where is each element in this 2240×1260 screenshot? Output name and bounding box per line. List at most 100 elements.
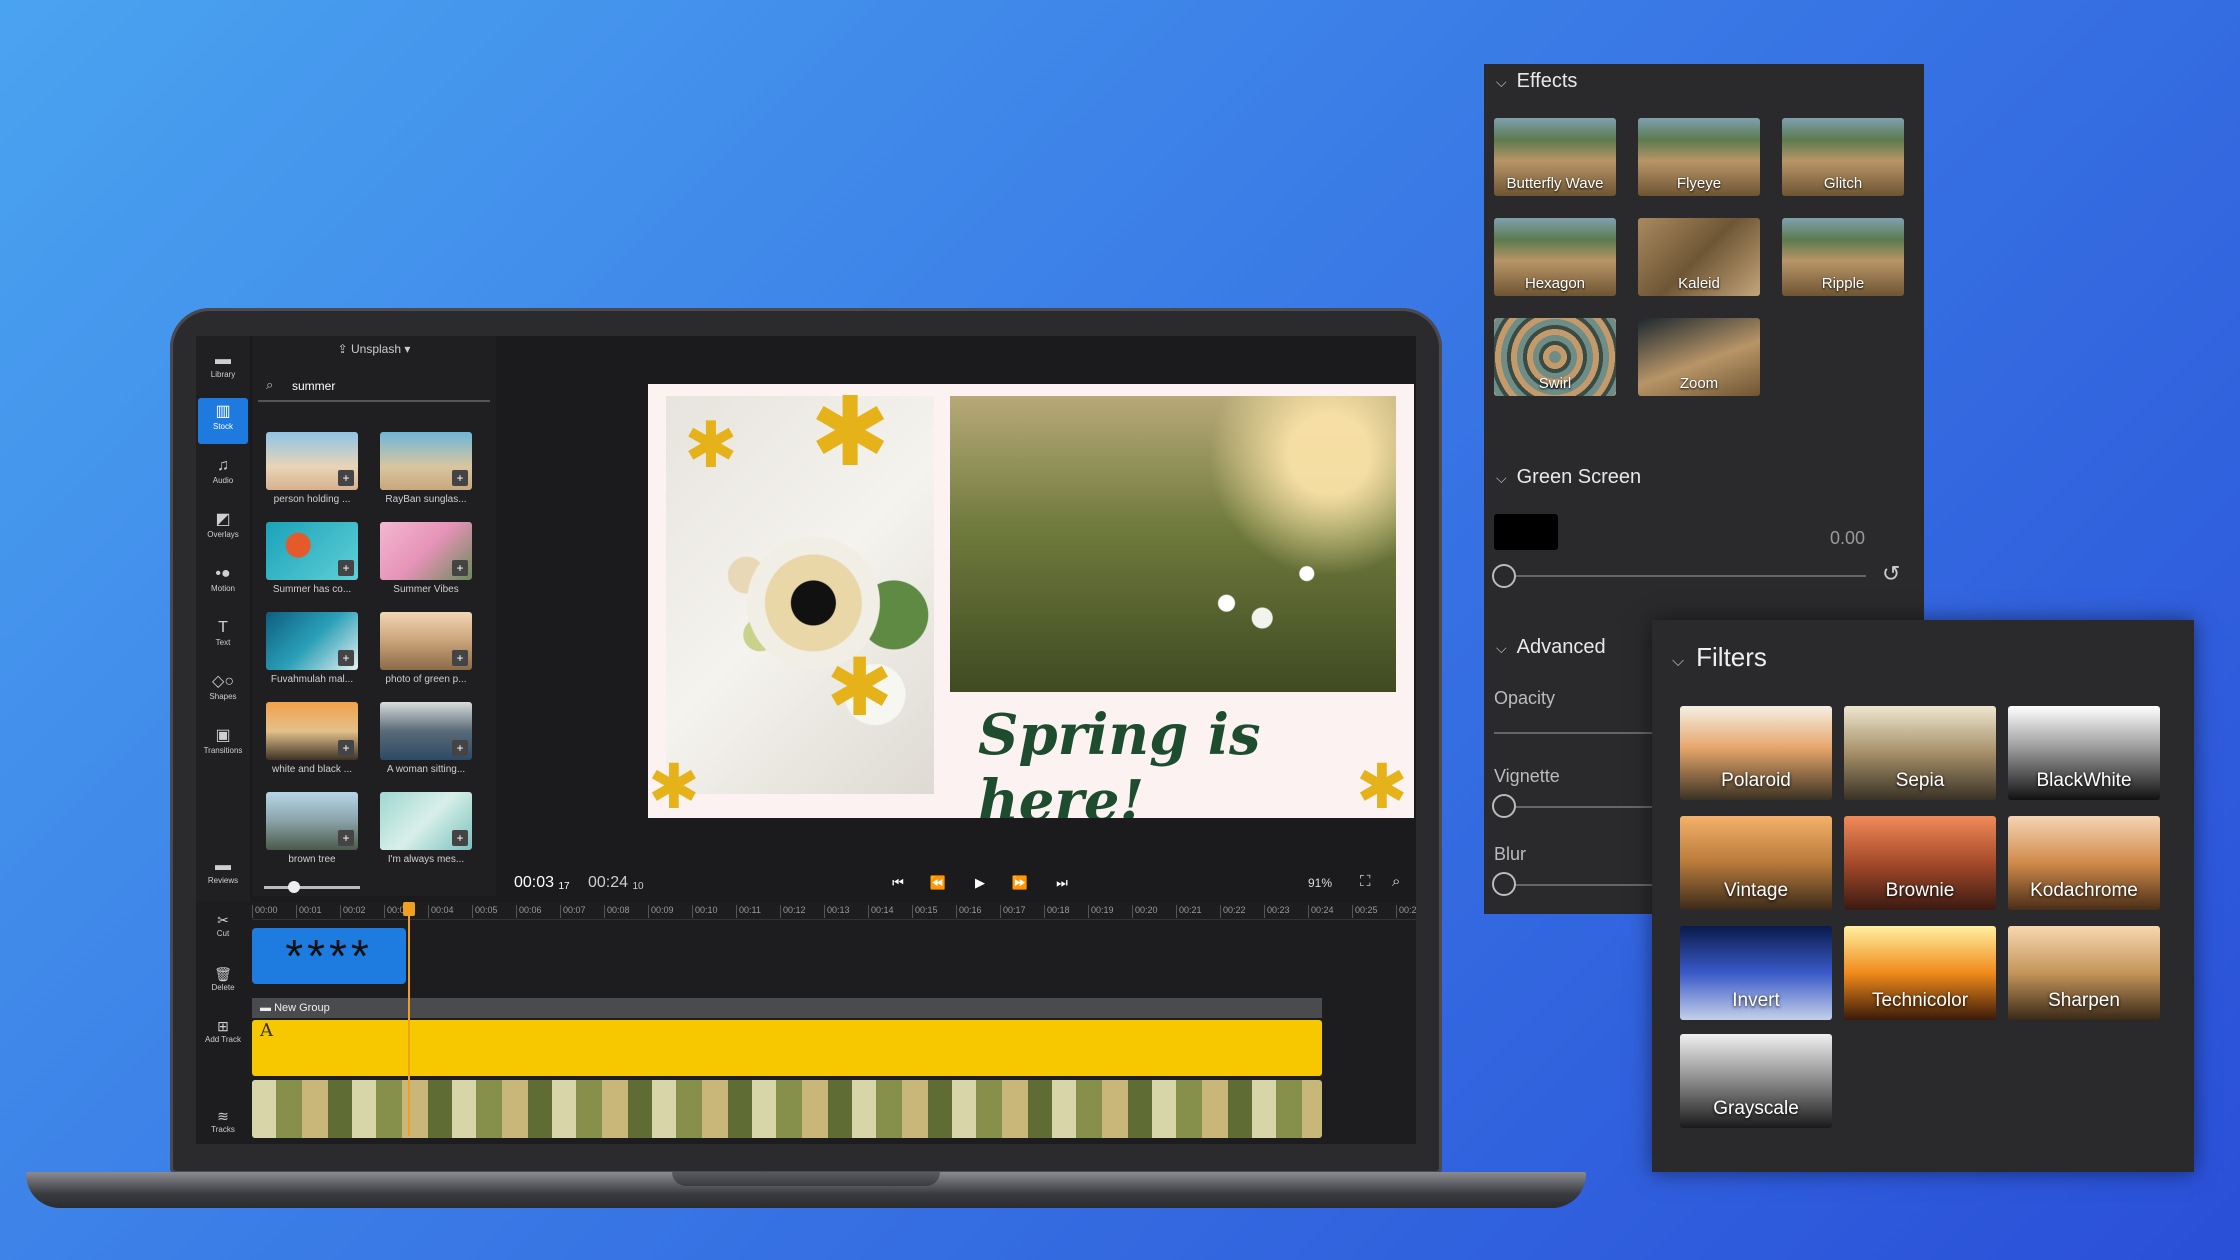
add-icon[interactable]: + [452, 650, 468, 666]
add-track-button[interactable]: ⊞ Add Track [198, 1018, 248, 1044]
zoom-level[interactable]: 91% [1308, 876, 1332, 890]
filter-tile[interactable]: Invert [1680, 926, 1832, 1020]
rail-reviews[interactable]: ▬ Reviews [198, 852, 248, 898]
tracks-button[interactable]: ≋ Tracks [198, 1108, 248, 1134]
rail-library[interactable]: ▬ Library [198, 346, 248, 392]
fullscreen-icon[interactable]: ⛶ [1360, 873, 1371, 890]
current-time: 00:03 17 [514, 874, 570, 892]
add-icon[interactable]: + [338, 830, 354, 846]
rewind-icon[interactable]: ⏪ [926, 872, 950, 894]
effect-tile[interactable]: Kaleid [1638, 218, 1760, 296]
slider-knob[interactable] [288, 881, 300, 893]
skip-end-icon[interactable]: ⏭ [1050, 872, 1074, 894]
opacity-slider[interactable] [1494, 732, 1654, 734]
stars-clip[interactable]: **** [252, 928, 406, 984]
filter-tile[interactable]: BlackWhite [2008, 706, 2160, 800]
green-screen-header[interactable]: ⌵ Green Screen [1496, 466, 1641, 489]
zoom-icon[interactable]: ⌕ [1392, 873, 1400, 890]
music-note-icon: ♫ [217, 457, 229, 474]
add-icon[interactable]: + [338, 470, 354, 486]
stock-source-dropdown[interactable]: ⇪ Unsplash ▾ [252, 342, 496, 356]
stock-caption: Summer Vibes [393, 584, 459, 595]
stock-thumb[interactable]: + [266, 612, 358, 670]
stock-caption: brown tree [288, 854, 336, 865]
stock-thumb[interactable]: + [266, 522, 358, 580]
group-bar[interactable]: ▬ New Group [252, 998, 1322, 1018]
playhead[interactable] [408, 904, 410, 1136]
green-screen-slider[interactable] [1506, 575, 1866, 577]
stock-thumb[interactable]: + [266, 792, 358, 850]
rail-stock[interactable]: ▥ Stock [198, 398, 248, 444]
add-icon[interactable]: + [452, 560, 468, 576]
timeline-ruler[interactable]: 00:00 00:01 00:02 00:03 00:04 00:05 00:06 00:07… [252, 902, 1416, 920]
effect-tile[interactable]: Hexagon [1494, 218, 1616, 296]
cut-button[interactable]: ✂ Cut [198, 912, 248, 938]
filter-tile[interactable]: Kodachrome [2008, 816, 2160, 910]
stock-thumb[interactable]: + [266, 432, 358, 490]
transitions-icon: ▣ [215, 727, 231, 744]
ruler-tick: 00:19 [1088, 905, 1114, 918]
filter-tile[interactable]: Technicolor [1844, 926, 1996, 1020]
stock-thumb[interactable]: + [380, 522, 472, 580]
stock-caption: I'm always mes... [387, 854, 465, 865]
vignette-slider-knob[interactable] [1492, 794, 1516, 818]
star-decoration: ✱ [648, 750, 700, 818]
ruler-tick: 00:14 [868, 905, 894, 918]
effect-tile[interactable]: Glitch [1782, 118, 1904, 196]
filter-tile[interactable]: Grayscale [1680, 1034, 1832, 1128]
add-icon[interactable]: + [338, 740, 354, 756]
stock-thumb[interactable]: + [380, 432, 472, 490]
effect-tile[interactable]: Ripple [1782, 218, 1904, 296]
effect-tile[interactable]: Swirl [1494, 318, 1616, 396]
headline-text[interactable]: Spring is here! [978, 702, 1414, 818]
filter-tile[interactable]: Brownie [1844, 816, 1996, 910]
blur-slider-knob[interactable] [1492, 872, 1516, 896]
filter-tile[interactable]: Sepia [1844, 706, 1996, 800]
blur-slider[interactable] [1506, 884, 1656, 886]
effects-header[interactable]: ⌵ Effects [1496, 70, 1577, 93]
stock-thumb[interactable]: + [380, 792, 472, 850]
rail-overlays[interactable]: ◩ Overlays [198, 506, 248, 552]
trash-icon: 🗑 [214, 966, 232, 982]
canvas-preview[interactable]: ✱ ✱ ✱ ✱ ✱ Spring is here! [648, 384, 1414, 818]
effect-tile[interactable]: Flyeye [1638, 118, 1760, 196]
stock-search-input[interactable]: ⌕ summer [258, 372, 490, 402]
text-clip[interactable]: A [252, 1020, 1322, 1076]
rail-shapes[interactable]: ◇○ Shapes [198, 668, 248, 714]
green-screen-color[interactable] [1494, 514, 1558, 550]
filter-tile[interactable]: Sharpen [2008, 926, 2160, 1020]
ruler-tick: 00:12 [780, 905, 806, 918]
rail-motion[interactable]: •● Motion [198, 560, 248, 606]
add-icon[interactable]: + [452, 740, 468, 756]
vignette-slider[interactable] [1506, 806, 1656, 808]
stock-thumb[interactable]: + [266, 702, 358, 760]
video-clip[interactable] [252, 1080, 1322, 1138]
text-icon: T [218, 619, 228, 636]
thumbnail-size-slider[interactable] [264, 881, 360, 893]
filters-header[interactable]: ⌵ Filters [1672, 642, 1767, 673]
rail-transitions[interactable]: ▣ Transitions [198, 722, 248, 768]
filter-tile[interactable]: Polaroid [1680, 706, 1832, 800]
editor-screen: ▬ Library ▥ Stock ♫ Audio ◩ Overlays •● … [196, 336, 1416, 1144]
rail-audio[interactable]: ♫ Audio [198, 452, 248, 498]
green-screen-slider-knob[interactable] [1492, 564, 1516, 588]
reset-icon[interactable]: ↺ [1882, 561, 1900, 587]
playhead-handle[interactable] [403, 902, 415, 916]
effect-tile[interactable]: Butterfly Wave [1494, 118, 1616, 196]
filter-tile[interactable]: Vintage [1680, 816, 1832, 910]
rail-text[interactable]: T Text [198, 614, 248, 660]
add-icon[interactable]: + [338, 560, 354, 576]
stock-thumb[interactable]: + [380, 612, 472, 670]
delete-button[interactable]: 🗑 Delete [198, 966, 248, 992]
add-icon[interactable]: + [452, 830, 468, 846]
stock-thumb[interactable]: + [380, 702, 472, 760]
play-icon[interactable]: ▶ [968, 872, 992, 894]
add-icon[interactable]: + [338, 650, 354, 666]
fast-forward-icon[interactable]: ⏩ [1008, 872, 1032, 894]
skip-start-icon[interactable]: ⏮ [886, 872, 910, 894]
ruler-tick: 00:01 [296, 905, 322, 918]
effect-tile[interactable]: Zoom [1638, 318, 1760, 396]
add-icon[interactable]: + [452, 470, 468, 486]
ruler-tick: 00:13 [824, 905, 850, 918]
advanced-header[interactable]: ⌵ Advanced [1496, 636, 1606, 659]
